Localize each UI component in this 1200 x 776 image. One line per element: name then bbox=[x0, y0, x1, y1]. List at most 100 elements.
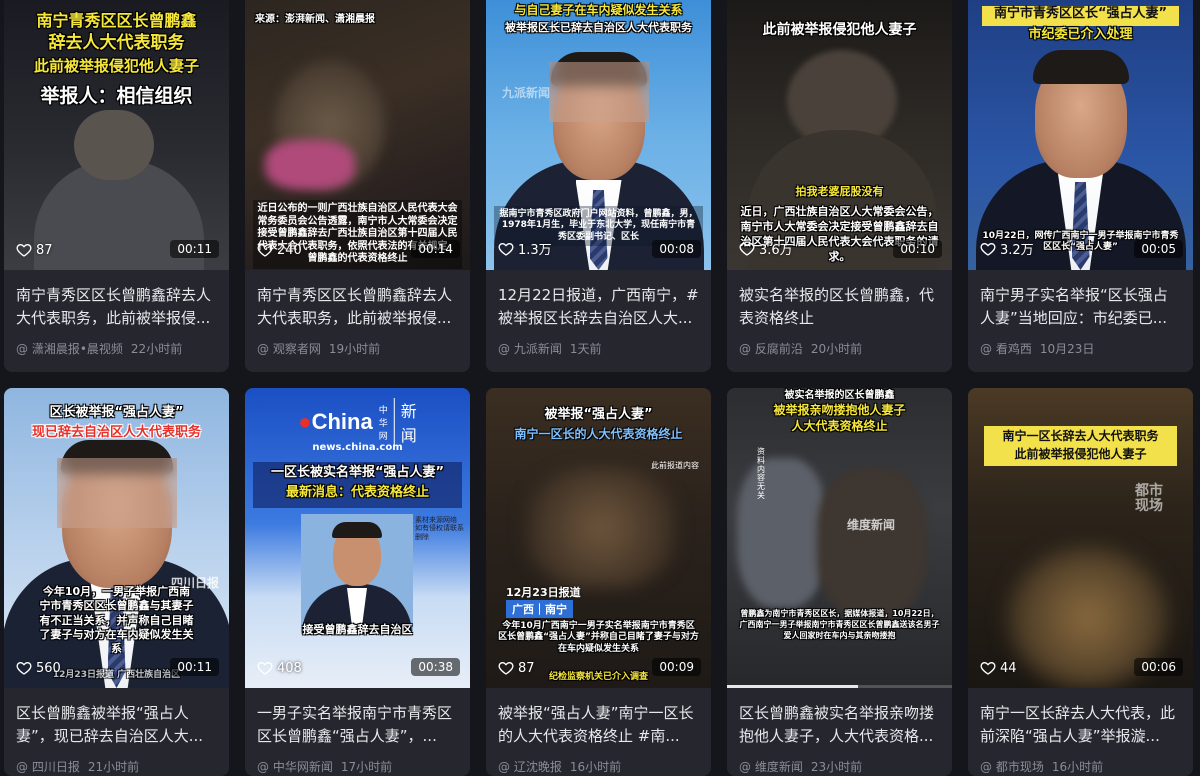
watermark-text: 都市现场 bbox=[1135, 483, 1163, 515]
location-tag: 广西｜南宁 bbox=[506, 600, 573, 618]
like-count-value: 240 bbox=[277, 242, 302, 258]
video-card[interactable]: 此前被举报侵犯他人妻子 拍我老婆屁股没有 近日，广西壮族自治区人大常委会公告，南… bbox=[727, 0, 952, 372]
video-card[interactable]: 南宁青秀区区长曾鹏鑫 辞去人大代表职务 此前被举报侵犯他人妻子 举报人：相信组织… bbox=[4, 0, 229, 372]
watermark-text: 九派新闻 bbox=[502, 86, 551, 100]
overlay-text: 一区长被实名举报“强占人妻” bbox=[270, 465, 445, 480]
video-card[interactable]: ●China 中华网 新闻 news.china.com 一区长被实名举报“强占… bbox=[245, 388, 470, 776]
video-card[interactable]: 南宁一区长辞去人大代表职务 此前被举报侵犯他人妻子 都市现场 44 00:06 … bbox=[968, 388, 1193, 776]
overlay-caption: 拍我老婆屁股没有 bbox=[795, 185, 884, 198]
like-count-value: 44 bbox=[1000, 660, 1017, 676]
video-title[interactable]: 区长曾鹏鑫被实名举报亲吻搂抱他人妻子，人大代表资格... bbox=[739, 702, 940, 748]
video-thumbnail[interactable]: ●China 中华网 新闻 news.china.com 一区长被实名举报“强占… bbox=[245, 388, 470, 688]
video-thumbnail[interactable]: 此前被举报侵犯他人妻子 拍我老婆屁股没有 近日，广西壮族自治区人大常委会公告，南… bbox=[727, 0, 952, 270]
video-time: 16小时前 bbox=[569, 760, 622, 774]
like-count-value: 87 bbox=[518, 660, 535, 676]
watermark-text: 维度新闻 bbox=[847, 518, 896, 532]
video-time: 21小时前 bbox=[87, 760, 140, 774]
heart-icon bbox=[498, 661, 514, 675]
site-url: news.china.com bbox=[312, 442, 403, 453]
video-source[interactable]: @ 辽沈晚报 bbox=[498, 758, 562, 775]
video-thumbnail[interactable]: 来源：澎湃新闻、潇湘晨报 近日公布的一则广西壮族自治区人民代表大会常务委员会公告… bbox=[245, 0, 470, 270]
like-count: 3.2万 bbox=[980, 239, 1034, 258]
video-card[interactable]: 被举报“强占人妻” 南宁一区长的人大代表资格终止 此前报道内容 12月23日报道… bbox=[486, 388, 711, 776]
video-card[interactable]: 被实名举报的区长曾鹏鑫 被举报亲吻搂抱他人妻子 人大代表资格终止 资料内容无关 … bbox=[727, 388, 952, 776]
video-title[interactable]: 区长曾鹏鑫被举报“强占人妻”，现已辞去自治区人大... bbox=[16, 702, 217, 748]
heart-icon bbox=[980, 661, 996, 675]
video-source[interactable]: @ 四川日报 bbox=[16, 758, 80, 775]
like-count: 87 bbox=[498, 660, 535, 676]
like-count-value: 87 bbox=[36, 242, 53, 258]
video-subtitle: 近日公布的一则广西壮族自治区人民代表大会常务委员会公告透露，南宁市人大常委会决定… bbox=[253, 200, 462, 269]
video-thumbnail[interactable]: 被实名举报的区长曾鹏鑫 被举报亲吻搂抱他人妻子 人大代表资格终止 资料内容无关 … bbox=[727, 388, 952, 688]
video-source[interactable]: @ 维度新闻 bbox=[739, 758, 803, 775]
video-card[interactable]: 区长被举报“强占人妻” 现已辞去自治区人大代表职务 四川日报 今年10月，一男子… bbox=[4, 388, 229, 776]
video-card[interactable]: 来源：澎湃新闻、潇湘晨报 近日公布的一则广西壮族自治区人民代表大会常务委员会公告… bbox=[245, 0, 470, 372]
like-count: 44 bbox=[980, 660, 1017, 676]
video-duration: 00:05 bbox=[1134, 240, 1183, 258]
video-thumbnail[interactable]: 与自己妻子在车内疑似发生关系 被举报区长已辞去自治区人大代表职务 九派新闻 据南… bbox=[486, 0, 711, 270]
video-thumbnail[interactable]: 南宁青秀区区长曾鹏鑫 辞去人大代表职务 此前被举报侵犯他人妻子 举报人：相信组织… bbox=[4, 0, 229, 270]
video-subtitle: 曾鹏鑫为南宁市青秀区区长，据媒体报道，10月22日，广西南宁一男子举报南宁市青秀… bbox=[739, 609, 940, 640]
video-card[interactable]: 与自己妻子在车内疑似发生关系 被举报区长已辞去自治区人大代表职务 九派新闻 据南… bbox=[486, 0, 711, 372]
overlay-text: 区长被举报“强占人妻” bbox=[49, 405, 184, 420]
video-source[interactable]: @ 九派新闻 bbox=[498, 340, 562, 357]
report-date: 12月23日报道 bbox=[506, 586, 581, 599]
video-title[interactable]: 被实名举报的区长曾鹏鑫，代表资格终止 bbox=[739, 284, 940, 330]
overlay-side-note: 资料内容无关 bbox=[757, 447, 765, 500]
video-source[interactable]: @ 都市现场 bbox=[980, 758, 1044, 775]
video-title[interactable]: 被举报“强占人妻”南宁一区长的人大代表资格终止 #南... bbox=[498, 702, 699, 748]
overlay-text: 举报人：相信组织 bbox=[40, 85, 193, 107]
video-time: 1天前 bbox=[569, 342, 602, 356]
video-time: 22小时前 bbox=[130, 342, 183, 356]
video-time: 16小时前 bbox=[1051, 760, 1104, 774]
video-thumbnail[interactable]: 区长被举报“强占人妻” 现已辞去自治区人大代表职务 四川日报 今年10月，一男子… bbox=[4, 388, 229, 688]
video-card[interactable]: 南宁市青秀区区长“强占人妻” 市纪委已介入处理 10月22日，网传广西南宁一男子… bbox=[968, 0, 1193, 372]
heart-icon bbox=[257, 243, 273, 257]
like-count-value: 3.2万 bbox=[1000, 243, 1034, 258]
like-count-value: 560 bbox=[36, 660, 61, 676]
video-title[interactable]: 一男子实名举报南宁市青秀区区长曾鹏鑫“强占人妻”，... bbox=[257, 702, 458, 748]
video-subtitle: 今年10月，一男子举报广西南宁市青秀区区长曾鹏鑫与其妻子有不正当关系，并声称自己… bbox=[39, 585, 194, 656]
video-duration: 00:14 bbox=[411, 240, 460, 258]
overlay-text: 与自己妻子在车内疑似发生关系 bbox=[514, 3, 683, 17]
overlay-note: 素材来源网络 如有侵权请联系删除 bbox=[415, 516, 464, 541]
video-duration: 00:11 bbox=[170, 658, 219, 676]
like-count: 560 bbox=[16, 660, 61, 676]
like-count-value: 408 bbox=[277, 660, 302, 676]
overlay-text: 被举报区长已辞去自治区人大代表职务 bbox=[505, 21, 692, 34]
overlay-text: 人大代表资格终止 bbox=[791, 419, 888, 433]
like-count-value: 1.3万 bbox=[518, 243, 552, 258]
video-title[interactable]: 南宁男子实名举报“区长强占人妻”当地回应：市纪委已... bbox=[980, 284, 1181, 330]
overlay-source: 来源：澎湃新闻、潇湘晨报 bbox=[255, 14, 375, 25]
video-time: 17小时前 bbox=[340, 760, 393, 774]
overlay-small: 此前报道内容 bbox=[651, 461, 699, 470]
overlay-text: 被举报“强占人妻” bbox=[544, 407, 653, 422]
like-count: 1.3万 bbox=[498, 239, 552, 258]
video-thumbnail[interactable]: 南宁一区长辞去人大代表职务 此前被举报侵犯他人妻子 都市现场 44 00:06 bbox=[968, 388, 1193, 688]
heart-icon bbox=[16, 661, 32, 675]
video-source[interactable]: @ 看鸡西 bbox=[980, 340, 1032, 357]
video-time: 19小时前 bbox=[328, 342, 381, 356]
video-title[interactable]: 南宁青秀区区长曾鹏鑫辞去人大代表职务，此前被举报侵... bbox=[16, 284, 217, 330]
video-thumbnail[interactable]: 被举报“强占人妻” 南宁一区长的人大代表资格终止 此前报道内容 12月23日报道… bbox=[486, 388, 711, 688]
video-source[interactable]: @ 反腐前沿 bbox=[739, 340, 803, 357]
heart-icon bbox=[257, 661, 273, 675]
overlay-text: 被举报亲吻搂抱他人妻子 bbox=[773, 403, 906, 417]
overlay-text: 南宁市青秀区区长“强占人妻” bbox=[993, 6, 1168, 21]
video-thumbnail[interactable]: 南宁市青秀区区长“强占人妻” 市纪委已介入处理 10月22日，网传广西南宁一男子… bbox=[968, 0, 1193, 270]
playback-progress[interactable] bbox=[727, 685, 858, 688]
video-duration: 00:10 bbox=[893, 240, 942, 258]
like-count: 408 bbox=[257, 660, 302, 676]
like-count: 3.6万 bbox=[739, 239, 793, 258]
video-source[interactable]: @ 中华网新闻 bbox=[257, 758, 333, 775]
overlay-text: 市纪委已介入处理 bbox=[1028, 27, 1133, 42]
video-duration: 00:11 bbox=[170, 240, 219, 258]
china-com-logo: ●China 中华网 新闻 bbox=[298, 398, 417, 446]
video-title[interactable]: 12月22日报道，广西南宁，#被举报区长辞去自治区人大... bbox=[498, 284, 699, 330]
video-source[interactable]: @ 观察者网 bbox=[257, 340, 321, 357]
video-subtitle: 今年10月广西南宁一男子实名举报南宁市青秀区区长曾鹏鑫“强占人妻”并称自己目睹了… bbox=[498, 621, 699, 654]
video-title[interactable]: 南宁青秀区区长曾鹏鑫辞去人大代表职务，此前被举报侵... bbox=[257, 284, 458, 330]
video-grid: 南宁青秀区区长曾鹏鑫 辞去人大代表职务 此前被举报侵犯他人妻子 举报人：相信组织… bbox=[4, 0, 1200, 776]
video-title[interactable]: 南宁一区长辞去人大代表，此前深陷“强占人妻”举报漩... bbox=[980, 702, 1181, 748]
video-source[interactable]: @ 潇湘晨报•晨视频 bbox=[16, 340, 123, 357]
